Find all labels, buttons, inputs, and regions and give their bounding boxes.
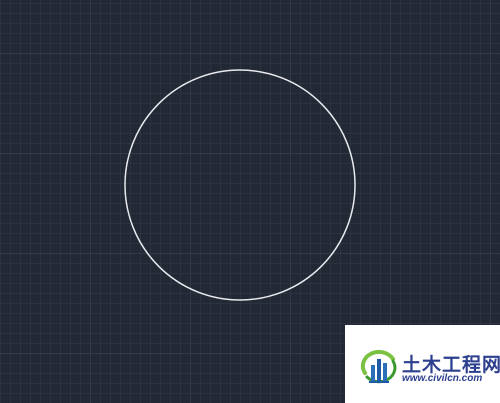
watermark-url: www.civilcn.com (402, 373, 483, 384)
watermark-badge: 土木工程网 www.civilcn.com (345, 325, 500, 403)
civilcn-logo-icon (360, 349, 397, 384)
cad-viewport[interactable]: 土木工程网 www.civilcn.com (0, 0, 500, 403)
